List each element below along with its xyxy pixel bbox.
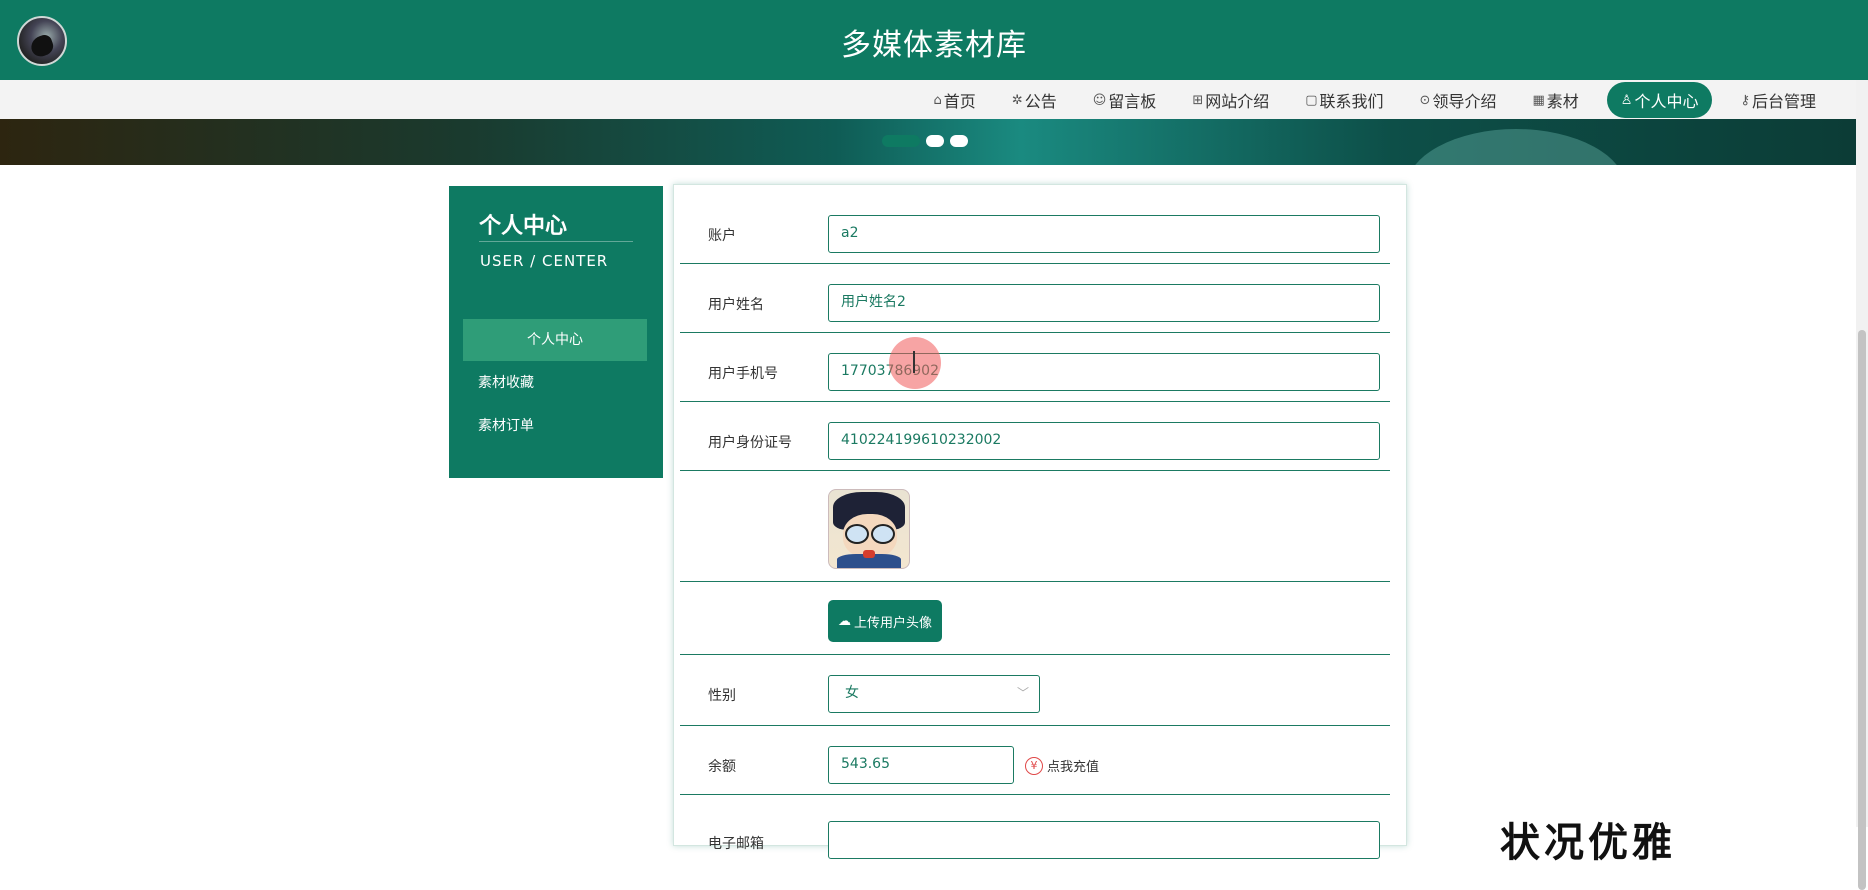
balance-label: 余额: [708, 759, 736, 775]
user-sidebar: 个人中心 USER / CENTER 个人中心 素材收藏 素材订单: [449, 186, 663, 478]
balance-input[interactable]: 543.65: [828, 746, 1014, 784]
corner-overlay-text: 状况优雅: [1500, 820, 1676, 866]
leader-icon: ⊙: [1419, 92, 1431, 108]
site-title: 多媒体素材库: [841, 28, 1027, 63]
carousel-dot[interactable]: [926, 135, 944, 147]
form-row-email: 电子邮箱: [680, 795, 1390, 859]
username-input[interactable]: 用户姓名2: [828, 284, 1380, 322]
form-row-username: 用户姓名 用户姓名2: [680, 264, 1390, 333]
notice-icon: ✲: [1011, 92, 1023, 108]
nav-item-home[interactable]: ⌂ 首页: [916, 82, 994, 118]
nav-item-label: 首页: [943, 92, 976, 111]
form-row-phone: 用户手机号 17703786902: [680, 333, 1390, 402]
sidebar-item-orders[interactable]: 素材订单: [463, 405, 647, 447]
username-label: 用户姓名: [708, 297, 764, 313]
user-icon: ♙: [1620, 92, 1633, 108]
sidebar-divider: [479, 241, 633, 242]
nav-item-label: 后台管理: [1751, 92, 1816, 111]
site-header: 多媒体素材库: [0, 0, 1868, 80]
nav-item-notice[interactable]: ✲ 公告: [994, 82, 1075, 118]
id-number-label: 用户身份证号: [708, 435, 792, 451]
id-number-input[interactable]: 410224199610232002: [828, 422, 1380, 460]
nav-item-materials[interactable]: ▦ 素材: [1514, 82, 1596, 118]
top-nav: ⌂ 首页 ✲ 公告 ☺ 留言板 ⊞ 网站介绍 ▢ 联系我们 ⊙ 领导介绍 ▦ 素材 ♙ 个人中心…: [0, 80, 1856, 119]
upload-avatar-label: 上传用户头像: [854, 615, 933, 631]
nav-item-leaders[interactable]: ⊙ 领导介绍: [1402, 82, 1515, 118]
nav-item-user-center[interactable]: ♙ 个人中心: [1606, 82, 1713, 118]
gender-label: 性别: [708, 688, 736, 704]
nav-item-about-site[interactable]: ⊞ 网站介绍: [1174, 82, 1287, 118]
recharge-label: 点我充值: [1047, 760, 1100, 775]
sidebar-title: 个人中心: [479, 214, 568, 239]
upload-avatar-button[interactable]: ☁ 上传用户头像: [828, 600, 943, 642]
nav-item-message-board[interactable]: ☺ 留言板: [1075, 82, 1175, 118]
cloud-upload-icon: ☁: [838, 613, 851, 629]
banner-carousel: [0, 119, 1856, 165]
form-row-account: 账户 a2: [680, 185, 1390, 264]
profile-form: 账户 a2 用户姓名 用户姓名2 用户手机号 17703786902 用户身份证…: [673, 184, 1407, 859]
chevron-down-icon: ﹀: [1016, 686, 1029, 700]
grid-icon: ⊞: [1192, 92, 1204, 108]
gender-value: 女: [845, 685, 859, 701]
link-icon: ⚷: [1740, 92, 1750, 108]
yen-icon: ¥: [1025, 756, 1043, 775]
nav-item-admin[interactable]: ⚷ 后台管理: [1722, 82, 1834, 118]
recharge-link[interactable]: ¥ 点我充值: [1025, 756, 1099, 775]
page-scrollbar[interactable]: [1856, 80, 1868, 890]
scrollbar-thumb[interactable]: [1858, 330, 1866, 890]
sidebar-item-favorites[interactable]: 素材收藏: [463, 362, 647, 404]
carousel-dot[interactable]: [882, 135, 920, 147]
nav-item-label: 素材: [1546, 92, 1579, 111]
nav-item-contact[interactable]: ▢ 联系我们: [1287, 82, 1401, 118]
account-label: 账户: [708, 228, 736, 244]
account-input[interactable]: a2: [828, 215, 1380, 253]
nav-item-label: 留言板: [1108, 92, 1157, 111]
carousel-indicators: [882, 135, 968, 147]
carousel-dot[interactable]: [950, 135, 968, 147]
phone-label: 用户手机号: [708, 366, 778, 382]
nav-item-label: 个人中心: [1634, 92, 1699, 111]
form-row-upload: ☁ 上传用户头像: [680, 582, 1390, 655]
nav-item-label: 公告: [1024, 92, 1057, 111]
smile-icon: ☺: [1092, 92, 1107, 108]
gender-select[interactable]: 女 ﹀: [828, 675, 1040, 713]
contact-icon: ▢: [1305, 92, 1318, 108]
form-row-balance: 余额 543.65 ¥ 点我充值: [680, 726, 1390, 795]
user-avatar: [828, 489, 910, 569]
form-row-gender: 性别 女 ﹀: [680, 655, 1390, 726]
email-label: 电子邮箱: [708, 836, 764, 852]
nav-item-label: 联系我们: [1319, 92, 1384, 111]
click-indicator: [889, 337, 941, 389]
image-icon: ▦: [1532, 92, 1545, 108]
nav-item-label: 网站介绍: [1205, 92, 1270, 111]
form-row-avatar: [680, 471, 1390, 582]
nav-item-label: 领导介绍: [1432, 92, 1497, 111]
form-row-id-number: 用户身份证号 410224199610232002: [680, 402, 1390, 471]
sidebar-subtitle: USER / CENTER: [480, 252, 609, 270]
sidebar-item-user-center[interactable]: 个人中心: [463, 319, 647, 361]
home-icon: ⌂: [933, 92, 942, 108]
